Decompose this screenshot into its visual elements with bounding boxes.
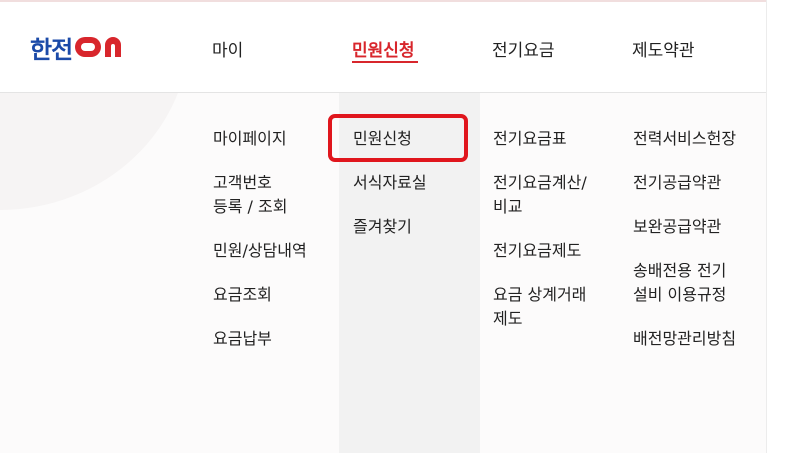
header: 한전 마이 민원신청 전기요금 제도약관 — [0, 2, 766, 93]
menu-supply-terms[interactable]: 전기공급약관 — [633, 171, 721, 195]
menu-forms-library[interactable]: 서식자료실 — [353, 171, 427, 195]
menu-rate-calculator-compare[interactable]: 비교 — [493, 195, 522, 219]
menu-rate-system[interactable]: 전기요금제도 — [493, 239, 581, 263]
menu-bill-inquiry[interactable]: 요금조회 — [213, 283, 272, 307]
logo-text: 한전 — [30, 35, 73, 64]
menu-net-metering[interactable]: 요금 상계거래 — [493, 283, 586, 307]
menu-customer-number[interactable]: 고객번호 — [213, 171, 272, 195]
menu-favorites[interactable]: 즐겨찾기 — [353, 215, 412, 239]
menu-panel: 한전 마이 민원신청 전기요금 제도약관 마이페이지 고객번호 등록 / 조회 … — [0, 0, 767, 453]
menu-net-metering-system[interactable]: 제도 — [493, 307, 522, 331]
logo[interactable]: 한전 — [30, 33, 132, 64]
menu-service-charter[interactable]: 전력서비스헌장 — [633, 127, 736, 151]
menu-customer-number-register[interactable]: 등록 / 조회 — [213, 195, 287, 219]
menu-facility-usage-rules[interactable]: 설비 이용규정 — [633, 283, 726, 307]
gnb-charge[interactable]: 전기요금 — [492, 36, 555, 61]
gnb-apply[interactable]: 민원신청 — [352, 36, 415, 61]
menu-complaint-history[interactable]: 민원/상담내역 — [213, 239, 307, 263]
gnb-active-underline — [352, 61, 418, 63]
menu-bill-payment[interactable]: 요금납부 — [213, 327, 272, 351]
menu-rate-calculator[interactable]: 전기요금계산/ — [493, 171, 587, 195]
menu-transmission-distribution[interactable]: 송배전용 전기 — [633, 259, 726, 283]
gnb-my[interactable]: 마이 — [212, 36, 243, 61]
menu-rate-table[interactable]: 전기요금표 — [493, 127, 567, 151]
menu-my-page[interactable]: 마이페이지 — [213, 127, 287, 151]
gnb-policy[interactable]: 제도약관 — [632, 36, 695, 61]
menu-supplementary-supply-terms[interactable]: 보완공급약관 — [633, 215, 721, 239]
logo-on-mark — [75, 37, 122, 57]
menu-distribution-network-policy[interactable]: 배전망관리방침 — [633, 327, 736, 351]
highlight-box — [328, 114, 468, 162]
